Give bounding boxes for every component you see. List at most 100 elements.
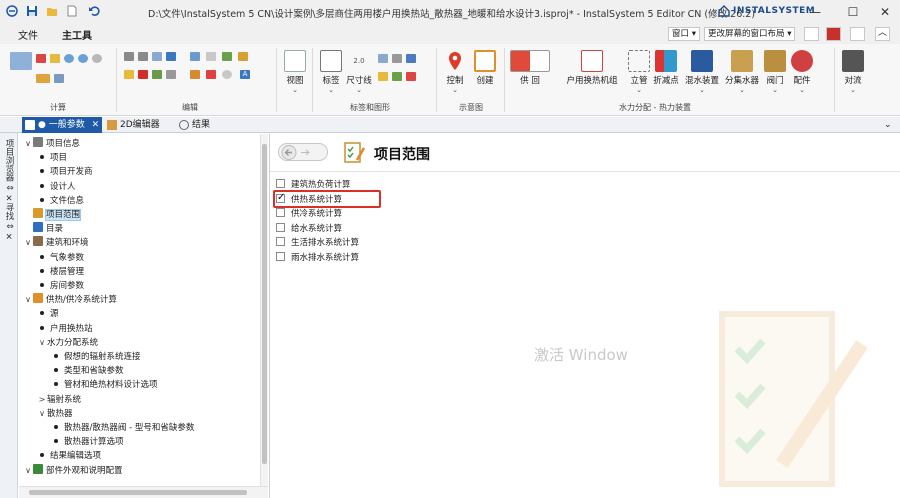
fill-icon[interactable]: [206, 70, 216, 79]
project-browser-side-tab[interactable]: 项目浏览器 ⇕ ✕: [3, 139, 15, 204]
tree-item[interactable]: ∨ 供热/供冷系统计算: [23, 293, 117, 307]
find-side-tab[interactable]: 寻找 ⇕ ✕: [3, 203, 15, 243]
collapse-ribbon-icon[interactable]: ︿: [875, 27, 890, 41]
picture-icon[interactable]: [392, 72, 402, 81]
chevron-down-icon[interactable]: ∨: [23, 137, 33, 151]
chevron-down-icon[interactable]: ∨: [37, 407, 47, 421]
tree-item[interactable]: 假想的辐射系统连接: [51, 350, 141, 364]
checkbox[interactable]: [276, 237, 285, 246]
color-icon[interactable]: [190, 70, 200, 79]
tree-item[interactable]: 设计人: [37, 180, 76, 194]
save-icon[interactable]: [26, 5, 38, 17]
valve-button[interactable]: 阀门 ⌄: [762, 48, 788, 94]
hatch-icon[interactable]: [392, 54, 402, 63]
screen-icon[interactable]: [804, 27, 819, 41]
checkbox[interactable]: [276, 251, 285, 261]
scrollbar-thumb[interactable]: [262, 144, 267, 464]
scope-option[interactable]: 雨水排水系统计算: [276, 251, 359, 265]
control-button[interactable]: 控制 ⌄: [440, 48, 470, 94]
tab-results[interactable]: 结果: [176, 117, 214, 133]
view-button[interactable]: 视图 ⌄: [280, 48, 310, 94]
scope-option[interactable]: 给水系统计算: [276, 222, 342, 236]
draw-icon[interactable]: [238, 52, 248, 61]
layer-icon[interactable]: [222, 52, 232, 61]
tree-item[interactable]: 目录: [23, 222, 63, 236]
convection-button[interactable]: 对流 ⌄: [838, 48, 868, 94]
chevron-down-icon[interactable]: ∨: [23, 293, 33, 307]
break-point-button[interactable]: 折减点: [650, 48, 682, 86]
tree-item[interactable]: 户用换热站: [37, 322, 93, 336]
manifold-button[interactable]: 分集水器 ⌄: [722, 48, 762, 94]
folder-icon[interactable]: [50, 54, 60, 63]
dimension-button[interactable]: 2.0 尺寸线 ⌄: [344, 48, 374, 94]
tree-item[interactable]: > 辐射系统: [37, 393, 81, 407]
tree-item[interactable]: 管材和绝热材料设计选项: [51, 378, 158, 392]
paste-icon[interactable]: [138, 52, 148, 61]
tree-item[interactable]: ∨ 项目信息: [23, 137, 80, 151]
tab-overflow-chevron-icon[interactable]: ⌄: [884, 117, 892, 133]
list-icon[interactable]: [36, 74, 50, 83]
tree-item[interactable]: 项目: [37, 151, 67, 165]
tree-item[interactable]: 类型和省缺参数: [51, 364, 124, 378]
tree-item[interactable]: 源: [37, 307, 59, 321]
back-arrow-icon[interactable]: [279, 144, 329, 162]
mixing-button[interactable]: 混水装置 ⌄: [684, 48, 720, 94]
chevron-down-icon[interactable]: ∨: [23, 464, 33, 478]
tree-item[interactable]: 项目范围: [23, 208, 82, 222]
tree-item[interactable]: ∨ 散热器: [37, 407, 72, 421]
window-menu-button[interactable]: 窗口 ▾: [668, 27, 700, 41]
abc-icon[interactable]: [378, 54, 388, 63]
maximize-button[interactable]: ☐: [836, 0, 870, 24]
tree-item[interactable]: ∨ 建筑和环境: [23, 236, 89, 250]
scope-option[interactable]: 生活排水系统计算: [276, 236, 359, 250]
fitting-button[interactable]: 配件 ⌄: [788, 48, 816, 94]
checkbox[interactable]: [276, 208, 285, 217]
chevron-down-icon[interactable]: ∨: [37, 336, 47, 350]
table-icon[interactable]: [54, 74, 64, 83]
panel-toggle-icon[interactable]: [0, 117, 18, 133]
tab-main-tools[interactable]: 主工具: [60, 27, 94, 46]
checkbox[interactable]: [276, 222, 285, 232]
tab-file[interactable]: 文件: [18, 27, 38, 42]
chevron-right-icon[interactable]: >: [37, 393, 47, 407]
layout-menu-button[interactable]: 更改屏幕的窗口布局 ▾: [704, 27, 796, 41]
label-button[interactable]: 标签 ⌄: [316, 48, 346, 94]
export-icon[interactable]: [826, 27, 841, 41]
close-button[interactable]: ✕: [868, 0, 900, 24]
tree-item[interactable]: 文件信息: [37, 194, 84, 208]
tree-item[interactable]: 结果编辑选项: [37, 449, 101, 463]
create-button[interactable]: 创建: [470, 48, 500, 86]
checkbox[interactable]: [276, 179, 285, 188]
supply-return-button[interactable]: 供 回: [508, 48, 552, 86]
chevron-down-icon[interactable]: ∨: [23, 236, 33, 250]
water-icon[interactable]: [78, 54, 88, 63]
substation-button[interactable]: 户用换热机组: [562, 48, 622, 86]
drop-icon[interactable]: [64, 54, 74, 63]
shape-icon[interactable]: [406, 54, 416, 63]
tree-item[interactable]: 散热器/散热器阀 - 型号和省缺参数: [51, 421, 194, 435]
tree-item[interactable]: 房间参数: [37, 279, 84, 293]
cut-icon[interactable]: [124, 70, 134, 79]
report-icon[interactable]: [36, 54, 46, 63]
open-folder-icon[interactable]: [46, 5, 58, 17]
select-icon[interactable]: [166, 70, 176, 79]
tree-item[interactable]: 散热器计算选项: [51, 435, 124, 449]
gray-drop-icon[interactable]: [92, 54, 102, 63]
minimize-button[interactable]: —: [798, 0, 832, 24]
calc-icon[interactable]: [10, 52, 32, 70]
tree-vertical-scrollbar[interactable]: [260, 134, 268, 486]
grid-icon[interactable]: [206, 52, 216, 61]
tab-general-params[interactable]: ● 一般参数 ✕: [22, 117, 102, 133]
scrollbar-thumb[interactable]: [29, 490, 247, 495]
undo-icon[interactable]: [88, 5, 100, 17]
close-icon[interactable]: ✕: [92, 120, 100, 130]
tree-item[interactable]: ∨ 水力分配系统: [37, 336, 98, 350]
new-file-icon[interactable]: [66, 5, 78, 17]
circle-icon[interactable]: [222, 70, 232, 79]
undo-small-icon[interactable]: [166, 52, 176, 61]
move-icon[interactable]: [152, 70, 162, 79]
delete-icon[interactable]: [138, 70, 148, 79]
tree-item[interactable]: 楼层管理: [37, 265, 84, 279]
duplicate-icon[interactable]: [152, 52, 162, 61]
scope-option[interactable]: 供冷系统计算: [276, 207, 342, 221]
